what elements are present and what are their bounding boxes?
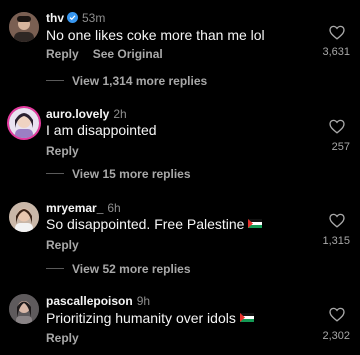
- view-replies-label[interactable]: View 15 more replies: [72, 167, 191, 181]
- view-replies-label[interactable]: View 1,314 more replies: [72, 74, 207, 88]
- heart-icon[interactable]: [329, 25, 345, 40]
- comment-item: auro.lovely 2h I am disappointed Reply 25…: [0, 95, 360, 185]
- comment-text: Prioritizing humanity over idols: [46, 310, 254, 326]
- comment-actions: Reply: [46, 238, 93, 252]
- comment-text: So disappointed. Free Palestine: [46, 216, 263, 232]
- comment-text: I am disappointed: [46, 122, 157, 138]
- reply-button[interactable]: Reply: [46, 331, 79, 345]
- comment-timestamp: 2h: [113, 107, 127, 121]
- comment-text-content: Prioritizing humanity over idols: [46, 310, 236, 326]
- heart-icon[interactable]: [329, 213, 345, 228]
- comment-username[interactable]: pascallepoison 9h: [46, 294, 150, 308]
- view-replies-button[interactable]: View 1,314 more replies: [46, 74, 207, 88]
- like-count: 1,315: [322, 235, 350, 247]
- username-text[interactable]: auro.lovely: [46, 107, 109, 121]
- username-text[interactable]: thv: [46, 11, 64, 25]
- comment-username[interactable]: auro.lovely 2h: [46, 107, 127, 121]
- comment-actions: Reply: [46, 144, 93, 158]
- comment-item: thv 53m No one likes coke more than me lo…: [0, 0, 360, 95]
- replies-divider: [46, 80, 64, 81]
- view-replies-button[interactable]: View 15 more replies: [46, 167, 191, 181]
- heart-icon[interactable]: [329, 119, 345, 134]
- palestine-flag-icon: [239, 313, 254, 322]
- reply-button[interactable]: Reply: [46, 238, 79, 252]
- view-replies-button[interactable]: View 52 more replies: [46, 262, 191, 276]
- comment-actions: Reply See Original: [46, 47, 177, 61]
- heart-icon[interactable]: [329, 307, 345, 322]
- comment-username[interactable]: mryemar_ 6h: [46, 201, 121, 215]
- verified-badge-icon: [67, 12, 78, 23]
- username-text[interactable]: pascallepoison: [46, 294, 133, 308]
- avatar[interactable]: [9, 12, 39, 42]
- palestine-flag-icon: [248, 219, 263, 228]
- reply-button[interactable]: Reply: [46, 47, 79, 61]
- like-count: 2,302: [322, 330, 350, 342]
- comment-actions: Reply: [46, 331, 93, 345]
- replies-divider: [46, 268, 64, 269]
- comment-timestamp: 9h: [136, 294, 151, 308]
- comment-text-content: So disappointed. Free Palestine: [46, 216, 245, 232]
- comment-timestamp: 6h: [107, 201, 121, 215]
- comment-item: mryemar_ 6h So disappointed. Free Palesti…: [0, 185, 360, 280]
- see-original-button[interactable]: See Original: [93, 47, 163, 61]
- comment-timestamp: 53m: [82, 11, 106, 25]
- avatar[interactable]: [9, 108, 39, 138]
- username-text[interactable]: mryemar_: [46, 201, 103, 215]
- view-replies-label[interactable]: View 52 more replies: [72, 262, 191, 276]
- like-count: 3,631: [322, 46, 350, 58]
- avatar[interactable]: [9, 294, 39, 324]
- reply-button[interactable]: Reply: [46, 144, 79, 158]
- comment-text: No one likes coke more than me lol: [46, 27, 265, 43]
- avatar[interactable]: [9, 202, 39, 232]
- replies-divider: [46, 173, 64, 174]
- like-count: 257: [331, 141, 350, 153]
- comment-item: pascallepoison 9h Prioritizing humanity o…: [0, 280, 360, 355]
- comment-username[interactable]: thv 53m: [46, 11, 105, 25]
